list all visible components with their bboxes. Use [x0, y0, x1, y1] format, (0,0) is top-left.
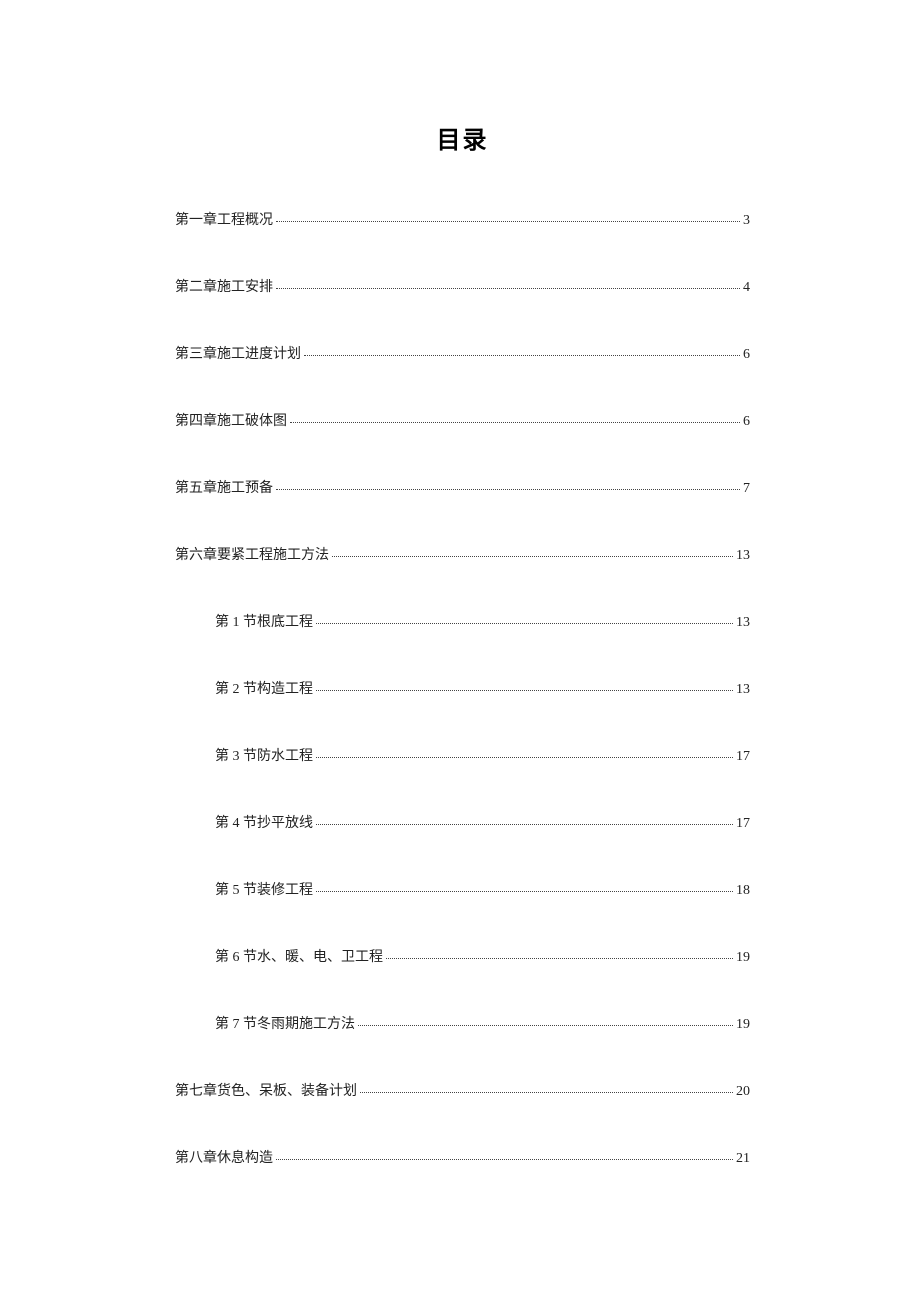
toc-dots — [316, 690, 733, 691]
toc-page-number: 13 — [736, 682, 750, 698]
toc-entry: 第七章货色、呆板、装备计划 20 — [175, 1080, 750, 1100]
toc-container: 第一章工程概况 3 第二章施工安排 4 第三章施工进度计划 6 第四章施工破体图 6 第五章施工… — [175, 209, 750, 1167]
toc-dots — [304, 355, 740, 356]
toc-label: 第四章施工破体图 — [175, 410, 287, 430]
toc-entry: 第一章工程概况 3 — [175, 209, 750, 229]
toc-label: 第 5 节装修工程 — [215, 879, 313, 899]
toc-entry: 第四章施工破体图 6 — [175, 410, 750, 430]
toc-dots — [358, 1025, 733, 1026]
toc-label: 第二章施工安排 — [175, 276, 273, 296]
toc-entry: 第 5 节装修工程 18 — [175, 879, 750, 899]
toc-label: 第一章工程概况 — [175, 209, 273, 229]
toc-entry: 第三章施工进度计划 6 — [175, 343, 750, 363]
toc-dots — [316, 623, 733, 624]
toc-label: 第 7 节冬雨期施工方法 — [215, 1013, 355, 1033]
toc-entry: 第 1 节根底工程 13 — [175, 611, 750, 631]
toc-entry: 第二章施工安排 4 — [175, 276, 750, 296]
toc-label: 第八章休息构造 — [175, 1147, 273, 1167]
toc-dots — [332, 556, 733, 557]
toc-dots — [360, 1092, 733, 1093]
toc-dots — [290, 422, 740, 423]
toc-page-number: 21 — [736, 1151, 750, 1167]
toc-page-number: 18 — [736, 883, 750, 899]
toc-page-number: 6 — [743, 414, 750, 430]
toc-dots — [276, 1159, 733, 1160]
toc-entry: 第六章要紧工程施工方法 13 — [175, 544, 750, 564]
toc-entry: 第 2 节构造工程 13 — [175, 678, 750, 698]
toc-dots — [386, 958, 733, 959]
toc-dots — [276, 288, 740, 289]
toc-label: 第 4 节抄平放线 — [215, 812, 313, 832]
toc-dots — [316, 891, 733, 892]
toc-label: 第六章要紧工程施工方法 — [175, 544, 329, 564]
toc-entry: 第 3 节防水工程 17 — [175, 745, 750, 765]
toc-page-number: 3 — [743, 213, 750, 229]
toc-label: 第七章货色、呆板、装备计划 — [175, 1080, 357, 1100]
toc-page-number: 19 — [736, 950, 750, 966]
page-title: 目录 — [175, 120, 750, 155]
toc-page-number: 13 — [736, 615, 750, 631]
toc-page-number: 6 — [743, 347, 750, 363]
toc-dots — [316, 824, 733, 825]
toc-page-number: 7 — [743, 481, 750, 497]
toc-entry: 第五章施工预备 7 — [175, 477, 750, 497]
toc-entry: 第 7 节冬雨期施工方法 19 — [175, 1013, 750, 1033]
document-page: 目录 第一章工程概况 3 第二章施工安排 4 第三章施工进度计划 6 第四章施工破体图 6 第五… — [0, 0, 920, 1167]
toc-dots — [316, 757, 733, 758]
toc-entry: 第八章休息构造 21 — [175, 1147, 750, 1167]
toc-dots — [276, 221, 740, 222]
toc-page-number: 4 — [743, 280, 750, 296]
toc-entry: 第 6 节水、暖、电、卫工程 19 — [175, 946, 750, 966]
toc-page-number: 20 — [736, 1084, 750, 1100]
toc-entry: 第 4 节抄平放线 17 — [175, 812, 750, 832]
toc-label: 第 1 节根底工程 — [215, 611, 313, 631]
toc-page-number: 13 — [736, 548, 750, 564]
toc-label: 第五章施工预备 — [175, 477, 273, 497]
toc-label: 第 2 节构造工程 — [215, 678, 313, 698]
toc-label: 第 6 节水、暖、电、卫工程 — [215, 946, 383, 966]
toc-page-number: 17 — [736, 749, 750, 765]
toc-label: 第 3 节防水工程 — [215, 745, 313, 765]
toc-dots — [276, 489, 740, 490]
toc-label: 第三章施工进度计划 — [175, 343, 301, 363]
toc-page-number: 17 — [736, 816, 750, 832]
toc-page-number: 19 — [736, 1017, 750, 1033]
